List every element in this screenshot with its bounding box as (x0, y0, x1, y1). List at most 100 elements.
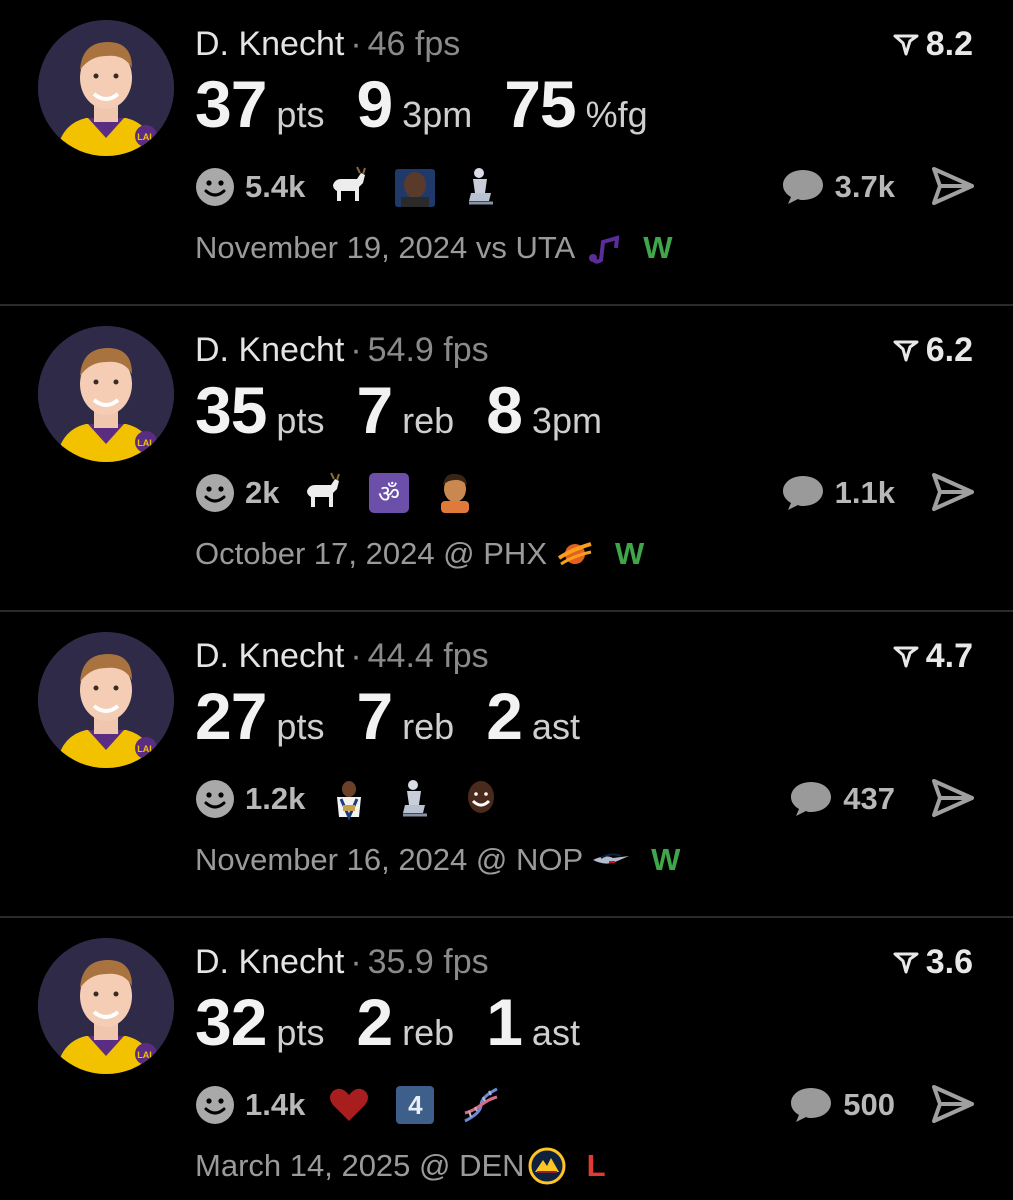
player-name[interactable]: D. Knecht (195, 637, 344, 675)
comments-button[interactable]: 3.7k (781, 164, 895, 210)
smiley-icon[interactable] (195, 1085, 235, 1125)
share-button[interactable] (931, 472, 975, 512)
post-card[interactable]: LAL D. Knecht · 46 fps 8.2 37 pts 9 3pm 75 %f… (0, 0, 1013, 306)
stat: 7 reb (356, 678, 454, 754)
goat-icon[interactable] (327, 165, 371, 209)
om-icon[interactable]: ॐ (367, 471, 411, 515)
rating-arrow-icon (893, 34, 919, 56)
stat: 32 pts (195, 984, 324, 1060)
stat: 2 reb (356, 984, 454, 1060)
share-button[interactable] (931, 166, 975, 206)
rating: 6.2 (892, 330, 973, 370)
comments-button[interactable]: 437 (789, 776, 895, 822)
game-meta: November 16, 2024 @ NOP W (195, 838, 680, 882)
separator-dot: · (350, 331, 362, 369)
stat: 9 3pm (356, 66, 472, 142)
comments-button[interactable]: 500 (789, 1082, 895, 1128)
player-photo: LAL (38, 20, 174, 156)
rating-value: 8.2 (925, 24, 973, 63)
feed: LAL D. Knecht · 46 fps 8.2 37 pts 9 3pm 75 %f… (0, 0, 1013, 1200)
reaction-count[interactable]: 1.4k (245, 1087, 305, 1123)
date-opponent[interactable]: November 19, 2024 vs UTA (195, 230, 575, 266)
keycap-4-icon[interactable]: 4 (393, 1083, 437, 1127)
separator-dot: · (350, 25, 362, 63)
comment-count: 500 (843, 1087, 895, 1122)
comment-count: 437 (843, 781, 895, 816)
svg-text:ॐ: ॐ (379, 480, 401, 508)
player-name[interactable]: D. Knecht (195, 25, 344, 63)
rating-value: 3.6 (925, 942, 973, 981)
post-card[interactable]: LAL D. Knecht · 35.9 fps 3.6 32 pts 2 reb 1a… (0, 918, 1013, 1200)
post-header: D. Knecht · 46 fps (195, 24, 460, 64)
smiley-icon[interactable] (195, 167, 235, 207)
stat-unit: reb (402, 706, 455, 747)
reaction-count[interactable]: 1.2k (245, 781, 305, 817)
reactions: 5.4k (195, 164, 525, 210)
fps-score: 35.9 fps (367, 943, 489, 981)
reaction-count[interactable]: 2k (245, 475, 279, 511)
player-name[interactable]: D. Knecht (195, 331, 344, 369)
svg-text:LAL: LAL (137, 1050, 155, 1060)
player-avatar[interactable]: LAL (38, 632, 174, 768)
fps-score: 54.9 fps (367, 331, 489, 369)
post-header: D. Knecht · 35.9 fps (195, 942, 489, 982)
player-avatar[interactable]: LAL (38, 938, 174, 1074)
smiley-icon[interactable] (195, 473, 235, 513)
player-name[interactable]: D. Knecht (195, 943, 344, 981)
player-avatar[interactable]: LAL (38, 20, 174, 156)
stat-value: 2 (356, 985, 393, 1059)
stat-line: 37 pts 9 3pm 75 %fg (195, 66, 680, 146)
game-meta: March 14, 2025 @ DEN L (195, 1144, 606, 1188)
stat-value: 7 (356, 679, 393, 753)
statue-icon[interactable] (393, 777, 437, 821)
goat-icon[interactable] (301, 471, 345, 515)
stat-value: 1 (486, 985, 523, 1059)
person-emoji-icon[interactable] (433, 471, 477, 515)
stat-unit: ast (531, 706, 580, 747)
statue-icon[interactable] (459, 165, 503, 209)
share-button[interactable] (931, 778, 975, 818)
game-meta: October 17, 2024 @ PHX W (195, 532, 644, 576)
post-card[interactable]: LAL D. Knecht · 44.4 fps 4.7 27 pts 7 reb 2a… (0, 612, 1013, 918)
stat-value: 8 (486, 373, 523, 447)
comment-bubble-icon (791, 782, 832, 816)
stat-unit: pts (276, 400, 325, 441)
comment-count: 1.1k (834, 475, 895, 510)
person-emoji-icon[interactable] (327, 777, 371, 821)
stat: 35 pts (195, 372, 324, 448)
stat-value: 7 (356, 373, 393, 447)
dna-icon[interactable] (459, 1083, 503, 1127)
separator-dot: · (350, 943, 362, 981)
reactions: 1.4k 4 (195, 1082, 525, 1128)
rating: 3.6 (892, 942, 973, 982)
post-header: D. Knecht · 44.4 fps (195, 636, 489, 676)
game-meta: November 19, 2024 vs UTA W (195, 226, 672, 270)
rating: 8.2 (892, 24, 973, 64)
game-result: L (586, 1148, 606, 1183)
svg-text:LAL: LAL (137, 744, 155, 754)
date-opponent[interactable]: March 14, 2025 @ DEN (195, 1148, 525, 1184)
stat: 2 ast (486, 678, 580, 754)
rating-value: 4.7 (925, 636, 973, 675)
stat-value: 75 (504, 67, 576, 141)
share-button[interactable] (931, 1084, 975, 1124)
date-opponent[interactable]: October 17, 2024 @ PHX (195, 536, 547, 572)
stat-unit: pts (276, 94, 325, 135)
person-emoji-icon[interactable] (393, 165, 437, 209)
post-card[interactable]: LAL D. Knecht · 54.9 fps 6.2 35 pts 7 reb 83… (0, 306, 1013, 612)
player-photo: LAL (38, 326, 174, 462)
person-emoji-icon[interactable] (459, 777, 503, 821)
stat-unit: %fg (585, 94, 648, 135)
nuggets-logo-icon (528, 1147, 566, 1185)
reaction-count[interactable]: 5.4k (245, 169, 305, 205)
pelicans-logo-icon (593, 853, 630, 864)
stat-value: 37 (195, 67, 267, 141)
date-opponent[interactable]: November 16, 2024 @ NOP (195, 842, 583, 878)
player-avatar[interactable]: LAL (38, 326, 174, 462)
stat: 75 %fg (504, 66, 647, 142)
smiley-icon[interactable] (195, 779, 235, 819)
stat-unit: reb (402, 1012, 455, 1053)
heart-icon[interactable] (327, 1083, 371, 1127)
stat: 8 3pm (486, 372, 602, 448)
comments-button[interactable]: 1.1k (781, 470, 895, 516)
